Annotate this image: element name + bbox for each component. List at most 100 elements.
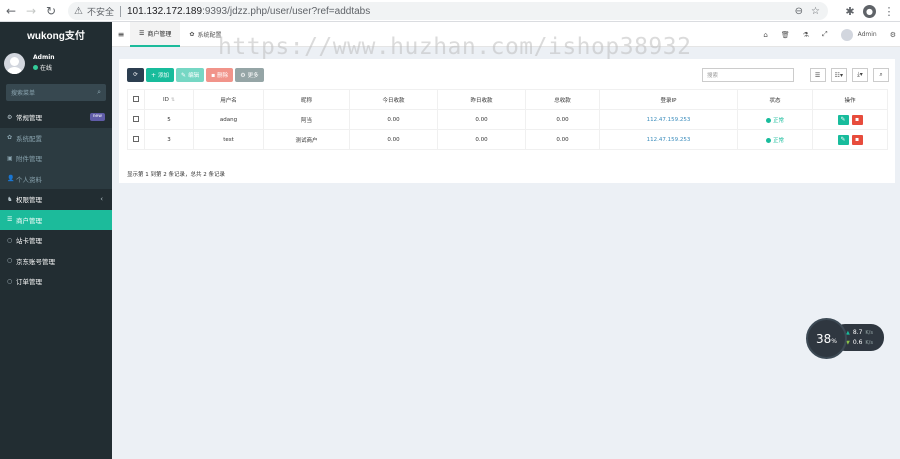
- search-toggle-button[interactable]: ⌕: [873, 68, 889, 82]
- row-select[interactable]: [127, 109, 145, 130]
- cell-status: 正常: [737, 109, 813, 130]
- sidebar-item-0[interactable]: ⚙ 常规管理 new: [0, 107, 112, 128]
- upload-value: 8.7: [852, 329, 863, 336]
- header-today: 今日收款: [349, 89, 438, 110]
- refresh-button[interactable]: ⟳: [127, 68, 144, 82]
- header-yesterday: 昨日收款: [437, 89, 526, 110]
- table-body: 5 adang 阿当 0.00 0.00 0.00 112.47.159.253 正常 ✎ ▪ 3 t…: [127, 109, 888, 150]
- fullscreen-icon[interactable]: ⤢: [822, 30, 828, 39]
- extensions-icon[interactable]: ✱: [843, 5, 857, 18]
- navbar-admin-label[interactable]: Admin: [858, 31, 877, 38]
- columns-icon: ☷▾: [834, 71, 843, 79]
- sidebar-item-6[interactable]: ○ 站卡管理: [0, 230, 112, 251]
- delete-button[interactable]: ▪ 删除: [206, 68, 234, 82]
- user-icon: 👤: [7, 175, 15, 183]
- add-button[interactable]: + 添加: [146, 68, 175, 82]
- url-text[interactable]: 101.132.172.189:9393/jdzz.php/user/user?…: [127, 6, 370, 17]
- table-row[interactable]: 3 test 测试商户 0.00 0.00 0.00 112.47.159.253 正常 ✎ ▪: [127, 129, 888, 150]
- table-header-row: ID ⇅ 用户名 昵称 今日收款 昨日收款 总收款 登录IP 状态 操作: [127, 89, 888, 110]
- app-logo[interactable]: wukong支付: [0, 22, 112, 47]
- merchant-table: ID ⇅ 用户名 昵称 今日收款 昨日收款 总收款 登录IP 状态 操作 5 ada…: [127, 89, 888, 150]
- insecure-label: 不安全: [86, 6, 114, 17]
- sidebar-item-label: 权限管理: [16, 196, 42, 205]
- download-value: 0.6: [852, 339, 863, 346]
- sidebar-item-4[interactable]: ♞ 权限管理 ‹: [0, 189, 112, 210]
- status-dot-icon: [765, 137, 771, 143]
- sidebar-item-7[interactable]: ○ 京东账号管理: [0, 251, 112, 272]
- tab-merchant[interactable]: ☰ 商户管理: [130, 21, 181, 47]
- sidebar-menu: ⚙ 常规管理 new ✿ 系统配置 ▣ 附件管理 👤 个人资料 ♞ 权限管理 ‹ ☰ 商户管理 ○ 站卡管理 ○…: [0, 107, 112, 292]
- status-dot-icon: [765, 117, 771, 123]
- zoom-icon[interactable]: ⊖: [795, 6, 803, 17]
- delete-button-label: 删除: [217, 73, 229, 79]
- gauge-percent-unit: %: [831, 337, 837, 345]
- more-button[interactable]: ⚙ 更多: [235, 68, 264, 82]
- list-icon: ☰: [814, 71, 821, 79]
- sidebar-item-8[interactable]: ○ 订单管理: [0, 271, 112, 292]
- clear-cache-icon[interactable]: ⚗: [803, 31, 809, 39]
- cell-yesterday: 0.00: [437, 109, 526, 130]
- sidebar-search-input[interactable]: 搜索菜单 ⌕: [6, 84, 106, 101]
- circle-icon: ○: [7, 277, 13, 285]
- toggle-view-button[interactable]: ☰: [809, 68, 826, 82]
- cell-username: test: [193, 129, 264, 150]
- checkbox[interactable]: [133, 115, 139, 122]
- header-status: 状态: [737, 89, 813, 110]
- cell-total: 0.00: [525, 109, 600, 130]
- online-dot-icon: [33, 65, 38, 70]
- cell-yesterday: 0.00: [437, 129, 526, 150]
- sidebar-item-label: 京东账号管理: [16, 257, 55, 266]
- table-search-placeholder: 搜索: [707, 73, 719, 79]
- checkbox[interactable]: [133, 135, 139, 142]
- more-button-label: 更多: [247, 73, 259, 79]
- home-icon[interactable]: ⌂: [763, 31, 767, 39]
- star-icon[interactable]: ☆: [811, 6, 820, 17]
- sidebar-item-5[interactable]: ☰ 商户管理: [0, 209, 112, 230]
- sidebar-item-3[interactable]: 👤 个人资料: [0, 168, 112, 189]
- sidebar-item-1[interactable]: ✿ 系统配置: [0, 127, 112, 148]
- header-select-all[interactable]: [127, 89, 145, 110]
- reload-icon[interactable]: ↻: [42, 2, 60, 20]
- cell-username: adang: [193, 109, 264, 130]
- row-select[interactable]: [127, 129, 145, 150]
- sidebar-item-label: 常规管理: [16, 114, 42, 123]
- sort-icon: ⇅: [170, 96, 176, 103]
- table-row[interactable]: 5 adang 阿当 0.00 0.00 0.00 112.47.159.253 正常 ✎ ▪: [127, 109, 888, 130]
- gear-icon: ✿: [7, 134, 13, 142]
- settings-icon[interactable]: ⚙: [890, 31, 896, 39]
- navbar-avatar[interactable]: [840, 28, 853, 41]
- profile-icon[interactable]: ●: [863, 4, 876, 18]
- export-button[interactable]: ⤓▾: [852, 68, 868, 82]
- sidebar-item-label: 订单管理: [16, 278, 42, 287]
- export-icon: ⤓▾: [857, 71, 863, 78]
- checkbox[interactable]: [133, 95, 139, 102]
- list-icon: ☰: [7, 216, 13, 224]
- tab-system-config[interactable]: ✿ 系统配置: [180, 22, 230, 47]
- gear-icon: ✿: [189, 30, 195, 38]
- cell-ip: 112.47.159.253: [599, 109, 738, 130]
- net-speed-widget[interactable]: ▲ 8.7 K/s ▼ 0.6 K/s 38%: [806, 318, 888, 360]
- hamburger-icon[interactable]: ≡: [112, 30, 130, 39]
- row-delete-button[interactable]: ▪: [851, 134, 863, 145]
- sidebar-item-2[interactable]: ▣ 附件管理: [0, 148, 112, 169]
- back-arrow-icon[interactable]: ←: [2, 2, 20, 20]
- gauge-percent: 38: [816, 331, 832, 346]
- kebab-menu-icon[interactable]: ⋮: [882, 5, 896, 18]
- list-icon: ☰: [139, 29, 145, 37]
- search-icon: ⌕: [879, 71, 883, 78]
- row-delete-button[interactable]: ▪: [851, 114, 863, 125]
- table-search-input[interactable]: 搜索: [702, 68, 794, 82]
- cog-icon: ⚙: [240, 71, 246, 79]
- columns-button[interactable]: ☷▾: [830, 68, 847, 82]
- plus-icon: +: [151, 71, 157, 79]
- address-bar[interactable]: ⚠ 不安全 101.132.172.189:9393/jdzz.php/user…: [68, 2, 828, 20]
- row-edit-button[interactable]: ✎: [837, 114, 849, 125]
- tab-system-config-label: 系统配置: [197, 31, 222, 39]
- forward-arrow-icon[interactable]: →: [22, 2, 40, 20]
- row-edit-button[interactable]: ✎: [837, 134, 849, 145]
- edit-button[interactable]: ✎ 编辑: [176, 68, 205, 82]
- trash-icon[interactable]: 🗑: [781, 31, 790, 39]
- header-actions: 操作: [812, 89, 888, 110]
- header-id[interactable]: ID ⇅: [144, 89, 194, 110]
- search-icon[interactable]: ⌕: [97, 88, 101, 97]
